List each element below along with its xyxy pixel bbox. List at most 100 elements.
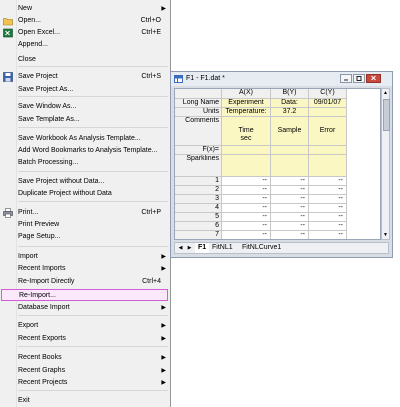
menu-item-print[interactable]: Print... Ctrl+P [0,207,170,219]
row-label-f-x[interactable]: F(x)= [175,146,222,155]
menu-item-label: Exit [18,397,30,404]
menu-item-re-import[interactable]: Re-Import... [1,289,168,301]
menu-item-print-preview[interactable]: Print Preview [0,219,170,231]
data-cell[interactable]: -- [309,195,347,204]
data-cell[interactable]: -- [271,213,309,222]
menu-item-save-workbook-as-analysis-template[interactable]: Save Workbook As Analysis Template... [0,133,170,145]
menu-item-label: Close [18,56,36,63]
tab-f1[interactable]: F1 [195,243,210,253]
menu-item-append[interactable]: Append... [0,39,170,51]
menu-item-label: Print... [18,209,39,216]
row-label-units[interactable]: Units [175,108,222,117]
menu-item-recent-exports[interactable]: Recent Exports ▶ [0,333,170,345]
meta-cell[interactable] [309,146,347,155]
meta-cell[interactable] [222,155,271,177]
data-cell[interactable]: -- [271,222,309,231]
data-cell[interactable]: -- [222,231,271,239]
column-header-c-y[interactable]: C(Y) [309,89,347,99]
menu-item-import[interactable]: Import ▶ [0,251,170,263]
data-cell[interactable]: -- [222,195,271,204]
menu-item-export[interactable]: Export ▶ [0,320,170,332]
workbook-title-bar[interactable]: F1 - F1.dat * [171,72,392,86]
data-cell[interactable]: -- [222,222,271,231]
menu-item-add-word-bookmarks-to-analysis-template[interactable]: Add Word Bookmarks to Analysis Template.… [0,145,170,157]
menu-item-recent-projects[interactable]: Recent Projects ▶ [0,377,170,389]
row-number[interactable]: 7 [175,231,222,239]
meta-cell[interactable] [309,108,347,117]
menu-item-database-import[interactable]: Database Import ▶ [0,302,170,314]
row-number[interactable]: 4 [175,204,222,213]
submenu-arrow-icon: ▶ [161,266,166,272]
row-number[interactable]: 6 [175,222,222,231]
menu-item-recent-books[interactable]: Recent Books ▶ [0,352,170,364]
worksheet-grid[interactable]: A(X) B(Y) C(Y) Long Name Experiment Data: 09/0… [174,88,381,240]
meta-cell[interactable]: 37.2 [271,108,309,117]
scroll-thumb[interactable] [383,99,390,131]
menu-item-shortcut: Ctrl+S [141,73,161,80]
data-cell[interactable]: -- [309,213,347,222]
meta-cell[interactable] [271,146,309,155]
tab-prev-icon[interactable]: ◀ [177,244,184,252]
menu-item-new[interactable]: New ▶ [0,3,170,15]
data-cell[interactable]: -- [309,177,347,186]
vertical-scrollbar[interactable]: ▲ ▼ [381,88,390,240]
row-number[interactable]: 2 [175,186,222,195]
data-cell[interactable]: -- [222,177,271,186]
row-number[interactable]: 1 [175,177,222,186]
menu-item-recent-graphs[interactable]: Recent Graphs ▶ [0,365,170,377]
data-cell[interactable]: -- [309,186,347,195]
column-header-a-x[interactable]: A(X) [222,89,271,99]
menu-item-recent-imports[interactable]: Recent Imports ▶ [0,263,170,275]
data-cell[interactable]: -- [222,204,271,213]
meta-cell[interactable]: 09/01/07 [309,99,347,108]
data-cell[interactable]: -- [271,186,309,195]
menu-item-re-import-directly[interactable]: Re-Import Directly Ctrl+4 [0,276,170,288]
data-cell[interactable]: -- [309,222,347,231]
minimize-button[interactable] [340,74,352,83]
data-cell[interactable]: -- [271,231,309,239]
meta-cell[interactable] [222,146,271,155]
meta-cell[interactable]: Experiment [222,99,271,108]
meta-cell[interactable]: Data: [271,99,309,108]
menu-item-save-template-as[interactable]: Save Template As... [0,114,170,126]
menu-item-save-project-as[interactable]: Save Project As... [0,84,170,96]
sheet-corner-cell[interactable] [175,89,222,99]
scroll-up-icon[interactable]: ▲ [382,89,389,97]
data-cell[interactable]: -- [271,195,309,204]
data-cell[interactable]: -- [309,204,347,213]
data-cell[interactable]: -- [271,204,309,213]
row-label-comments[interactable]: Comments [175,117,222,146]
data-cell[interactable]: -- [222,213,271,222]
meta-cell[interactable]: Error [309,117,347,146]
maximize-button[interactable] [353,74,365,83]
menu-item-close[interactable]: Close [0,54,170,66]
menu-item-duplicate-project-without-data[interactable]: Duplicate Project without Data [0,188,170,200]
tab-next-icon[interactable]: ▶ [186,244,193,252]
menu-item-label: Save Project As... [18,86,74,93]
menu-item-exit[interactable]: Exit [0,395,170,407]
meta-cell[interactable]: Time sec [222,117,271,146]
menu-item-page-setup[interactable]: Page Setup... [0,231,170,243]
menu-item-open[interactable]: Open... Ctrl+O [0,15,170,27]
row-label-long-name[interactable]: Long Name [175,99,222,108]
row-number[interactable]: 5 [175,213,222,222]
row-number[interactable]: 3 [175,195,222,204]
menu-item-open-excel[interactable]: Open Excel... Ctrl+E [0,27,170,39]
close-window-button[interactable] [366,74,381,83]
meta-cell[interactable]: Sample [271,117,309,146]
column-header-b-y[interactable]: B(Y) [271,89,309,99]
meta-cell[interactable] [309,155,347,177]
meta-cell[interactable]: Temperature: [222,108,271,117]
tab-fitnl1[interactable]: FitNL1 [209,243,236,253]
menu-item-save-project-without-data[interactable]: Save Project without Data... [0,176,170,188]
data-cell[interactable]: -- [271,177,309,186]
menu-item-save-window-as[interactable]: Save Window As... [0,101,170,113]
meta-cell[interactable] [271,155,309,177]
row-label-sparklines[interactable]: Sparklines [175,155,222,177]
data-cell[interactable]: -- [309,231,347,239]
menu-item-batch-processing[interactable]: Batch Processing... [0,157,170,169]
menu-item-save-project[interactable]: Save Project Ctrl+S [0,71,170,83]
tab-fitnlcurve1[interactable]: FitNLCurve1 [239,243,284,253]
scroll-down-icon[interactable]: ▼ [382,231,389,239]
data-cell[interactable]: -- [222,186,271,195]
